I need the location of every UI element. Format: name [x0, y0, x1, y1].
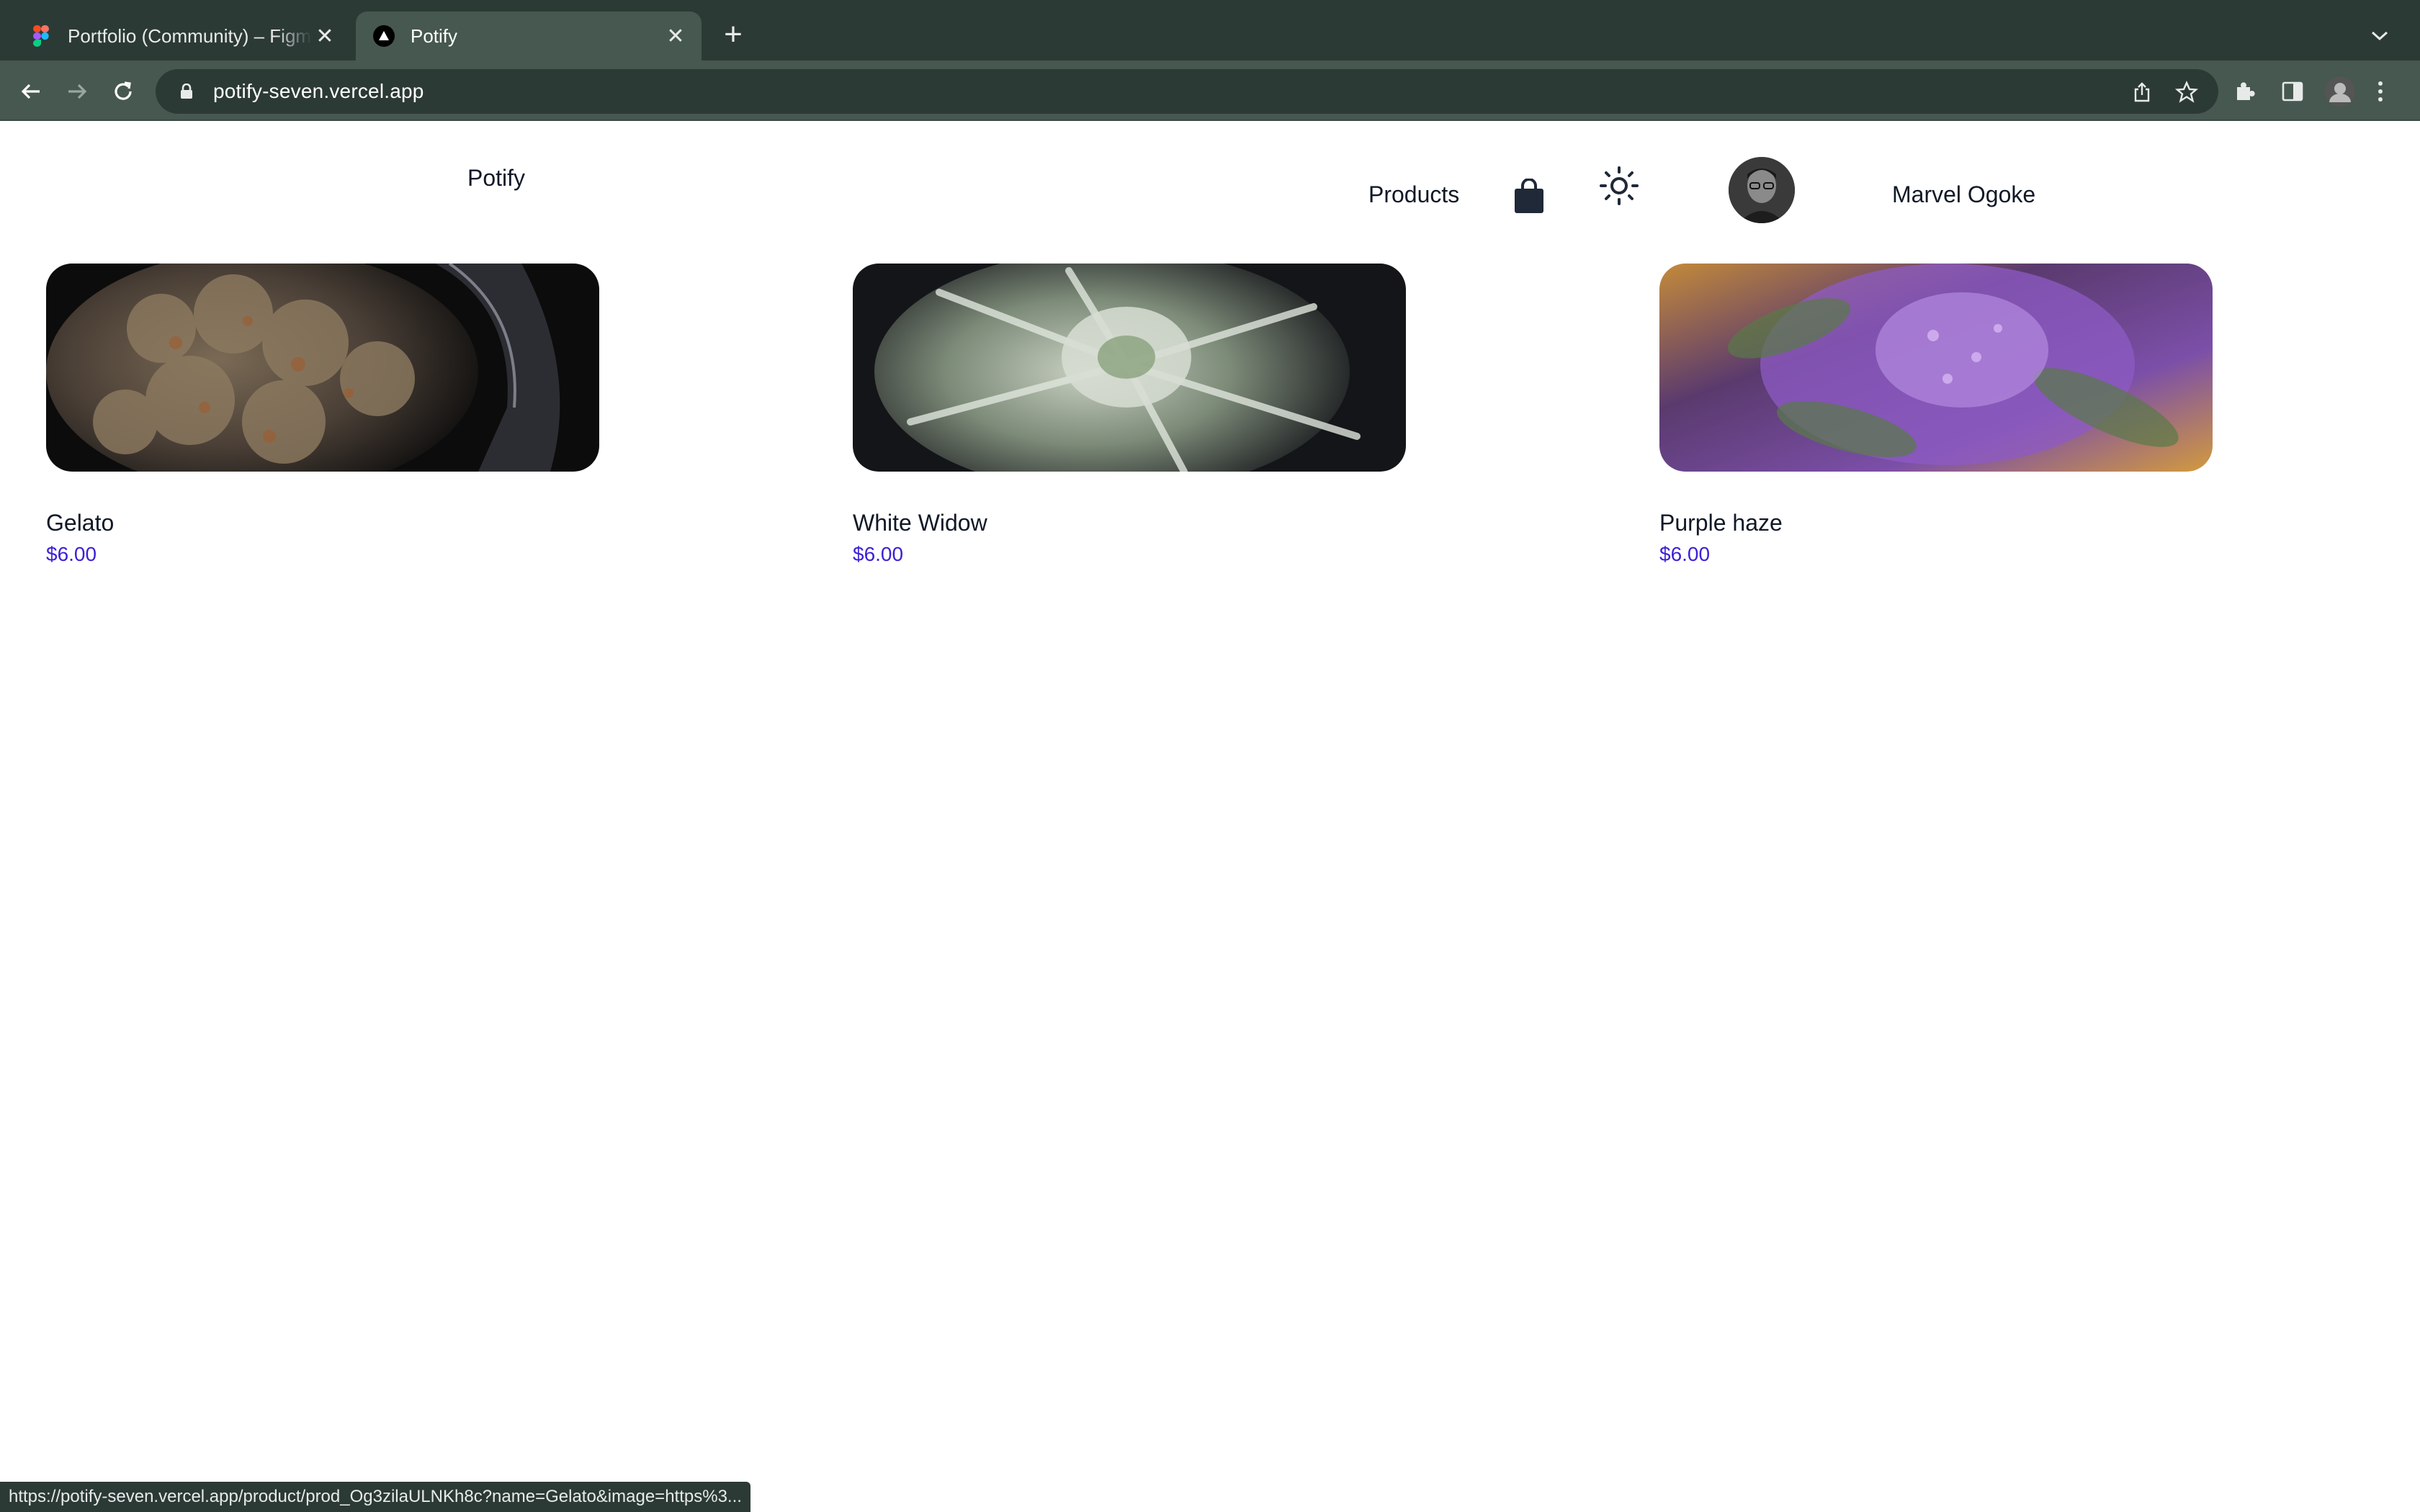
tab-search-chevron-icon[interactable] — [2365, 22, 2394, 50]
back-arrow-icon[interactable] — [14, 75, 48, 108]
shopping-bag-icon[interactable] — [1512, 178, 1546, 215]
product-price: $6.00 — [1659, 543, 1711, 565]
tab-title: Potify — [411, 24, 458, 47]
product-card-purple-haze[interactable]: Purple haze $6.00 — [1659, 264, 2213, 565]
share-icon[interactable] — [2126, 76, 2158, 108]
brand-logo-text[interactable]: Potify — [467, 165, 525, 192]
product-name[interactable]: Gelato — [46, 510, 114, 536]
bookmark-star-icon[interactable] — [2171, 76, 2202, 108]
user-avatar[interactable] — [1729, 157, 1795, 223]
extensions-puzzle-icon[interactable] — [2233, 73, 2256, 109]
product-card-gelato[interactable]: Gelato $6.00 — [46, 264, 599, 565]
product-price: $6.00 — [853, 543, 904, 565]
profile-avatar-icon[interactable] — [2325, 73, 2355, 109]
reload-icon[interactable] — [107, 75, 140, 108]
product-name[interactable]: White Widow — [853, 510, 987, 536]
forward-arrow-icon[interactable] — [60, 75, 94, 108]
nav-products-link[interactable]: Products — [1368, 181, 1459, 208]
user-name[interactable]: Marvel Ogoke — [1892, 181, 2035, 208]
link-status-bar: https://potify-seven.vercel.app/product/… — [0, 1482, 750, 1512]
product-name[interactable]: Purple haze — [1659, 510, 1783, 536]
browser-tab-strip: Portfolio (Community) – Figma ✕ Potify ✕… — [0, 0, 2420, 60]
address-bar[interactable]: potify-seven.vercel.app — [156, 69, 2218, 114]
product-image-gelato[interactable] — [46, 264, 599, 472]
product-image-white-widow[interactable] — [853, 264, 1406, 472]
close-tab-icon[interactable]: ✕ — [312, 23, 338, 49]
url-text: potify-seven.vercel.app — [213, 80, 424, 102]
tab-potify[interactable]: Potify ✕ — [356, 12, 702, 60]
vercel-icon — [373, 25, 395, 47]
product-card-white-widow[interactable]: White Widow $6.00 — [853, 264, 1406, 565]
tab-figma[interactable]: Portfolio (Community) – Figma ✕ — [16, 12, 351, 60]
close-tab-icon[interactable]: ✕ — [663, 23, 689, 49]
sun-icon[interactable] — [1599, 166, 1639, 206]
more-vertical-icon[interactable] — [2377, 73, 2384, 109]
lock-icon[interactable] — [176, 81, 197, 102]
product-price: $6.00 — [46, 543, 97, 565]
browser-toolbar: potify-seven.vercel.app — [0, 60, 2420, 121]
figma-icon — [30, 25, 52, 47]
tab-title: Portfolio (Community) – Figma — [68, 24, 312, 47]
new-tab-button[interactable]: + — [716, 17, 750, 52]
side-panel-icon[interactable] — [2282, 73, 2303, 109]
product-image-purple-haze[interactable] — [1659, 264, 2213, 472]
